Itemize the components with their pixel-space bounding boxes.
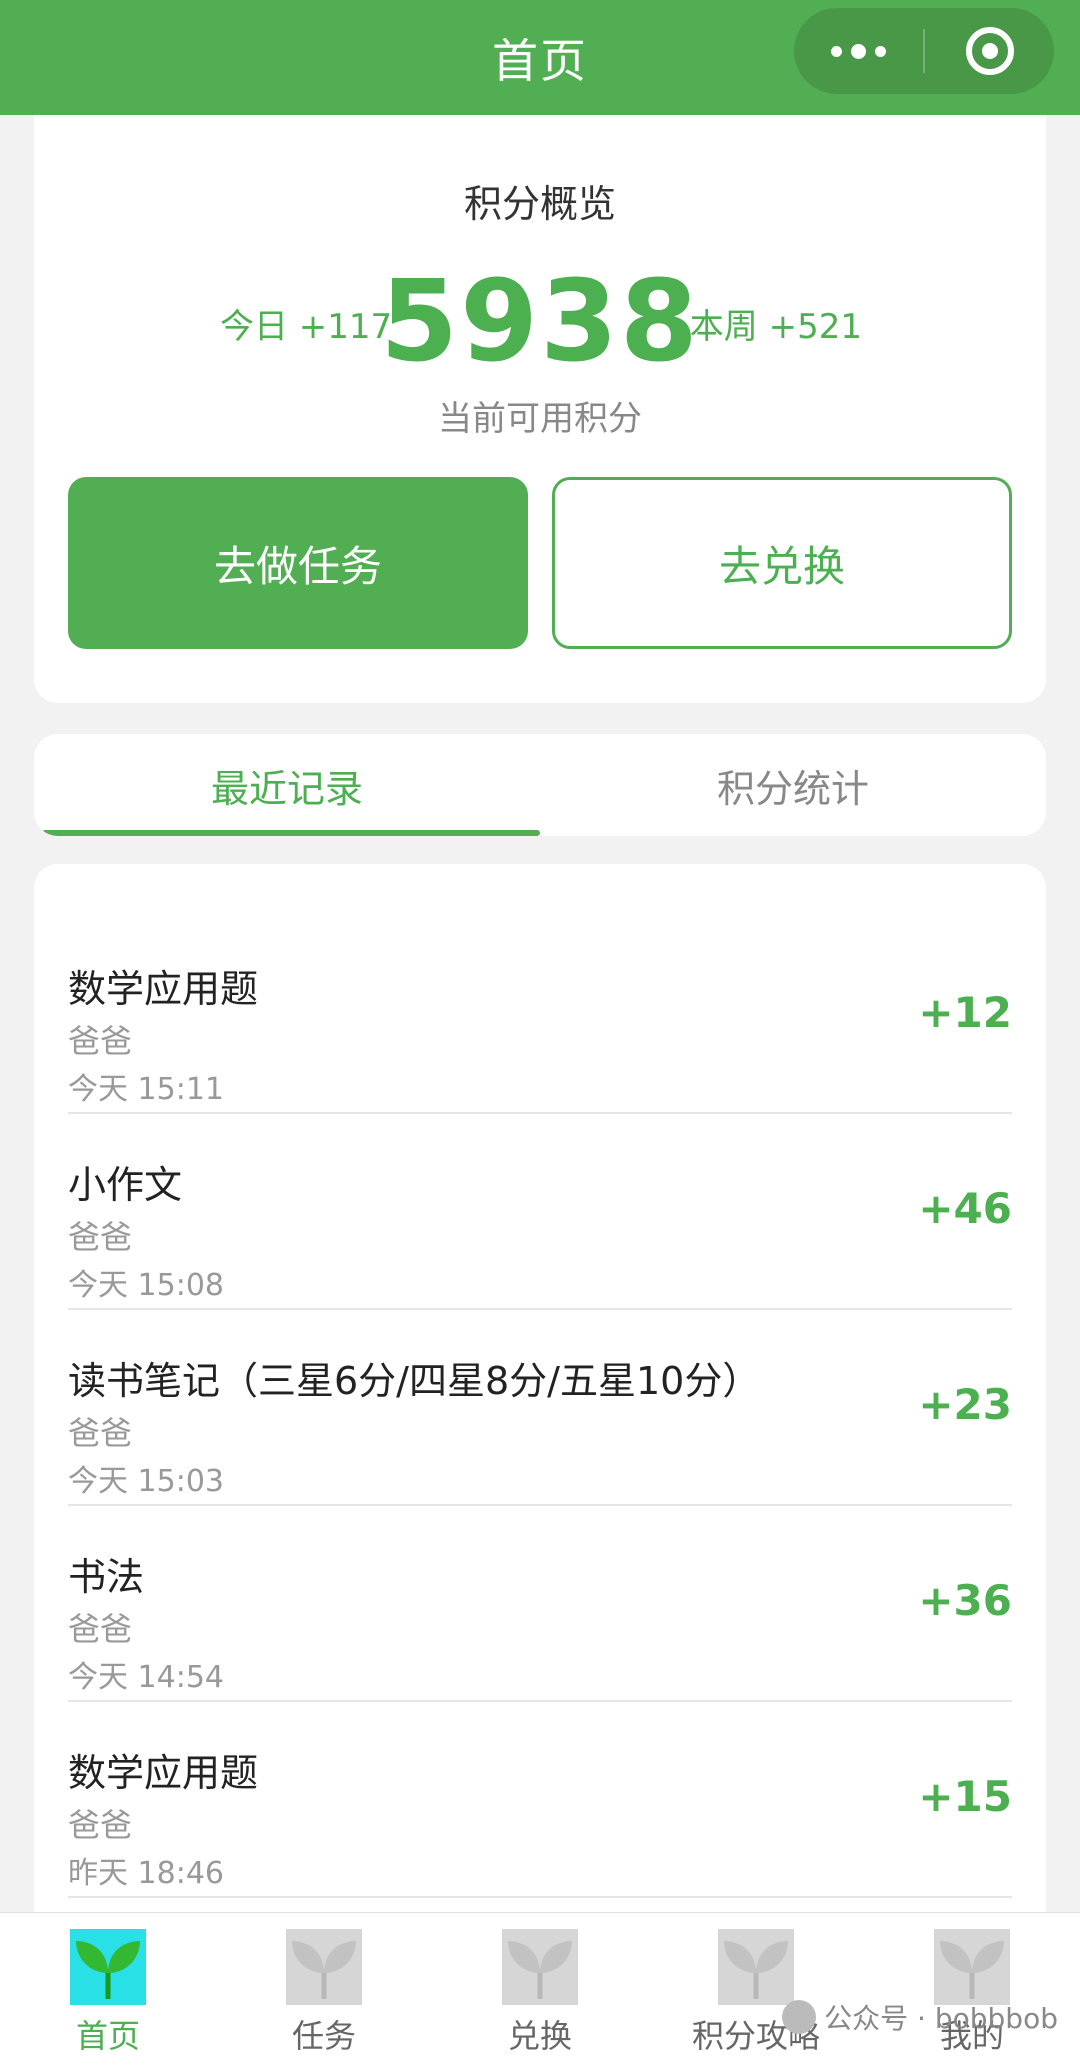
record-points: +12 [918, 988, 1012, 1037]
mini-program-capsule [794, 8, 1054, 94]
nav-label: 兑换 [507, 2017, 572, 2055]
nav-label: 积分攻略 [691, 2017, 820, 2055]
nav-home[interactable]: 首页 [0, 1913, 216, 2065]
record-title: 数学应用题 [68, 967, 259, 1011]
list-item[interactable]: 数学应用题 爸爸 昨天 18:46 +15 [68, 1702, 1012, 1898]
points-overview-card: 积分概览 5938 今日 +117 本周 +521 当前可用积分 去做任务 去兑… [34, 115, 1046, 703]
record-points: +46 [918, 1184, 1012, 1233]
record-time: 今天 15:03 [68, 1464, 224, 1499]
record-issuer: 爸爸 [68, 1022, 133, 1060]
overview-title: 积分概览 [463, 182, 616, 226]
points-row: 5938 今日 +117 本周 +521 [34, 257, 1046, 387]
page-title: 首页 [492, 33, 588, 88]
nav-tasks[interactable]: 任务 [216, 1913, 432, 2065]
sprout-icon [286, 1929, 362, 2005]
tab-recent-records[interactable]: 最近记录 [34, 734, 540, 836]
record-title: 小作文 [68, 1163, 183, 1207]
app-screen: 首页 积分概览 5938 今日 +117 本周 +521 当前可用积分 去做任务 [0, 0, 1080, 2065]
record-issuer: 爸爸 [68, 1218, 133, 1256]
nav-label: 我的 [939, 2017, 1004, 2055]
bottom-tab-bar: 首页 任务 兑换 积分攻略 我的 公众号 · bobbbob [0, 1912, 1080, 2065]
records-list: 数学应用题 爸爸 今天 15:11 +12 小作文 爸爸 今天 15:08 +4… [34, 864, 1046, 1964]
sprout-icon [934, 1929, 1010, 2005]
record-time: 今天 15:11 [68, 1072, 224, 1107]
sprout-icon [70, 1929, 146, 2005]
record-title: 读书笔记（三星6分/四星8分/五星10分） [68, 1359, 761, 1403]
record-time: 昨天 18:46 [68, 1856, 224, 1891]
record-points: +23 [918, 1380, 1012, 1429]
nav-redeem[interactable]: 兑换 [432, 1913, 648, 2065]
top-bar: 首页 [0, 0, 1080, 115]
record-issuer: 爸爸 [68, 1414, 133, 1452]
nav-points-guide[interactable]: 积分攻略 [648, 1913, 864, 2065]
record-title: 数学应用题 [68, 1751, 259, 1795]
nav-label: 任务 [291, 2017, 356, 2055]
sprout-icon [718, 1929, 794, 2005]
record-points: +15 [918, 1772, 1012, 1821]
nav-mine[interactable]: 我的 [864, 1913, 1080, 2065]
record-issuer: 爸爸 [68, 1610, 133, 1648]
redeem-button[interactable]: 去兑换 [552, 477, 1012, 649]
list-item[interactable]: 小作文 爸爸 今天 15:08 +46 [68, 1114, 1012, 1310]
today-points: 今日 +117 [220, 307, 393, 347]
sprout-icon [502, 1929, 578, 2005]
current-points: 5938 [380, 257, 700, 387]
more-dots-icon [831, 43, 886, 59]
more-button[interactable] [794, 8, 923, 94]
record-points: +36 [918, 1576, 1012, 1625]
close-miniprogram-button[interactable] [925, 8, 1054, 94]
tab-points-stats[interactable]: 积分统计 [540, 734, 1046, 836]
record-time: 今天 14:54 [68, 1660, 224, 1695]
points-caption: 当前可用积分 [438, 399, 642, 439]
list-item[interactable]: 读书笔记（三星6分/四星8分/五星10分） 爸爸 今天 15:03 +23 [68, 1310, 1012, 1506]
list-item[interactable]: 书法 爸爸 今天 14:54 +36 [68, 1506, 1012, 1702]
record-tabs: 最近记录 积分统计 [34, 734, 1046, 836]
record-title: 书法 [68, 1555, 145, 1599]
list-item[interactable]: 数学应用题 爸爸 今天 15:11 +12 [68, 918, 1012, 1114]
nav-label: 首页 [75, 2017, 140, 2055]
record-issuer: 爸爸 [68, 1806, 133, 1844]
record-time: 今天 15:08 [68, 1268, 224, 1303]
do-tasks-button[interactable]: 去做任务 [68, 477, 528, 649]
target-icon [965, 27, 1014, 75]
week-points: 本周 +521 [689, 307, 862, 347]
